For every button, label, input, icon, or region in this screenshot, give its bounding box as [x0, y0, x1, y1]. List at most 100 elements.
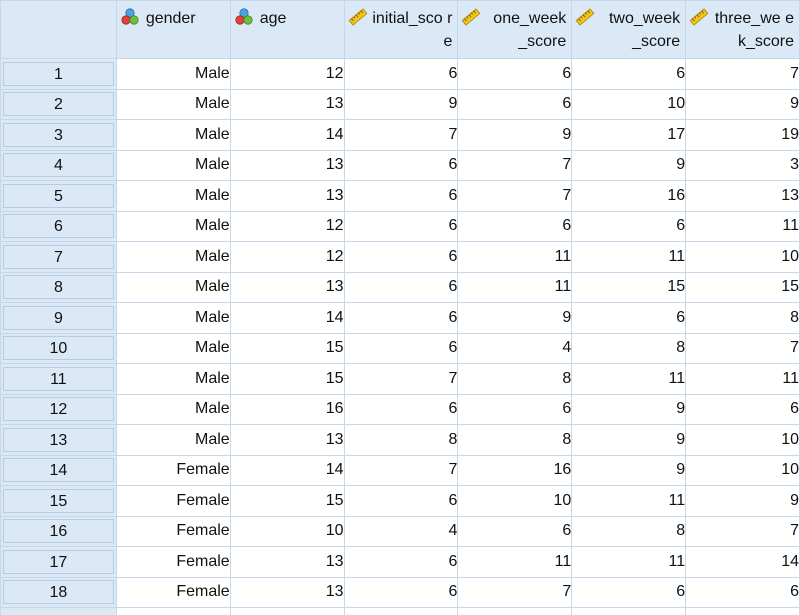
data-cell[interactable]: 7: [457, 576, 573, 608]
data-cell[interactable]: Female: [115, 485, 231, 517]
data-cell[interactable]: 14: [229, 454, 345, 486]
data-cell[interactable]: 6: [343, 576, 459, 608]
data-cell[interactable]: 13: [229, 546, 345, 578]
data-cell[interactable]: 7: [343, 119, 459, 151]
data-cell[interactable]: 15: [685, 271, 800, 303]
data-cell[interactable]: 15: [229, 485, 345, 517]
data-cell[interactable]: 9: [457, 302, 573, 334]
data-cell[interactable]: 13: [229, 88, 345, 120]
data-cell[interactable]: 11: [571, 241, 687, 273]
data-cell[interactable]: 6: [571, 58, 687, 90]
data-cell[interactable]: 14: [685, 546, 800, 578]
data-cell[interactable]: 10: [685, 424, 800, 456]
data-cell[interactable]: 8: [571, 332, 687, 364]
data-cell[interactable]: 13: [229, 149, 345, 181]
data-cell[interactable]: 6: [343, 58, 459, 90]
data-cell[interactable]: 9: [685, 88, 800, 120]
data-cell[interactable]: 15: [229, 363, 345, 395]
data-cell[interactable]: [229, 607, 345, 615]
row-header[interactable]: 12: [0, 393, 117, 425]
data-cell[interactable]: 13: [229, 424, 345, 456]
data-cell[interactable]: Male: [115, 210, 231, 242]
data-cell[interactable]: 4: [457, 332, 573, 364]
data-cell[interactable]: [571, 607, 687, 615]
data-cell[interactable]: 11: [685, 363, 800, 395]
data-cell[interactable]: 7: [457, 149, 573, 181]
data-cell[interactable]: 15: [229, 332, 345, 364]
data-cell[interactable]: 6: [571, 576, 687, 608]
data-cell[interactable]: 11: [457, 546, 573, 578]
data-cell[interactable]: [685, 607, 800, 615]
data-cell[interactable]: 9: [343, 88, 459, 120]
column-header-3[interactable]: initial_sco re: [343, 0, 459, 59]
data-cell[interactable]: 4: [343, 515, 459, 547]
column-header-1[interactable]: gender: [115, 0, 231, 59]
data-cell[interactable]: 6: [343, 485, 459, 517]
data-cell[interactable]: 8: [571, 515, 687, 547]
data-cell[interactable]: Female: [115, 454, 231, 486]
data-cell[interactable]: 7: [685, 332, 800, 364]
data-cell[interactable]: 11: [685, 210, 800, 242]
data-cell[interactable]: 10: [685, 454, 800, 486]
data-cell[interactable]: 10: [685, 241, 800, 273]
data-cell[interactable]: 7: [343, 363, 459, 395]
data-cell[interactable]: 7: [685, 58, 800, 90]
data-cell[interactable]: 8: [457, 424, 573, 456]
data-cell[interactable]: 19: [685, 119, 800, 151]
data-cell[interactable]: 12: [229, 58, 345, 90]
data-cell[interactable]: [343, 607, 459, 615]
data-cell[interactable]: 8: [685, 302, 800, 334]
row-header[interactable]: 6: [0, 210, 117, 242]
data-cell[interactable]: 7: [343, 454, 459, 486]
data-cell[interactable]: 9: [571, 454, 687, 486]
data-cell[interactable]: 9: [457, 119, 573, 151]
data-cell[interactable]: Male: [115, 424, 231, 456]
row-header[interactable]: 15: [0, 485, 117, 517]
data-cell[interactable]: 9: [571, 424, 687, 456]
data-cell[interactable]: 6: [343, 210, 459, 242]
data-cell[interactable]: 13: [229, 271, 345, 303]
data-cell[interactable]: 6: [457, 210, 573, 242]
column-header-4[interactable]: one_week _score: [457, 0, 573, 59]
data-cell[interactable]: 6: [457, 88, 573, 120]
row-header[interactable]: 1: [0, 58, 117, 90]
data-cell[interactable]: 14: [229, 302, 345, 334]
data-cell[interactable]: 16: [457, 454, 573, 486]
data-cell[interactable]: 11: [571, 485, 687, 517]
data-cell[interactable]: 10: [571, 88, 687, 120]
column-header-2[interactable]: age: [229, 0, 345, 59]
data-cell[interactable]: 6: [343, 302, 459, 334]
data-cell[interactable]: 16: [229, 393, 345, 425]
data-cell[interactable]: 13: [229, 576, 345, 608]
column-header-5[interactable]: two_week _score: [571, 0, 687, 59]
data-cell[interactable]: Male: [115, 332, 231, 364]
data-cell[interactable]: Female: [115, 515, 231, 547]
data-cell[interactable]: 6: [685, 576, 800, 608]
row-header[interactable]: 10: [0, 332, 117, 364]
data-cell[interactable]: 9: [571, 393, 687, 425]
data-cell[interactable]: Male: [115, 363, 231, 395]
data-cell[interactable]: 12: [229, 210, 345, 242]
row-header[interactable]: [0, 607, 117, 615]
data-cell[interactable]: 9: [685, 485, 800, 517]
data-cell[interactable]: Female: [115, 576, 231, 608]
data-cell[interactable]: 8: [343, 424, 459, 456]
data-cell[interactable]: 6: [571, 302, 687, 334]
row-header[interactable]: 3: [0, 119, 117, 151]
data-cell[interactable]: 11: [457, 241, 573, 273]
select-all-corner[interactable]: [0, 0, 117, 59]
row-header[interactable]: 4: [0, 149, 117, 181]
data-cell[interactable]: 6: [343, 546, 459, 578]
data-cell[interactable]: 11: [571, 546, 687, 578]
data-cell[interactable]: 6: [457, 515, 573, 547]
data-cell[interactable]: 11: [571, 363, 687, 395]
data-cell[interactable]: 13: [229, 180, 345, 212]
data-cell[interactable]: 6: [571, 210, 687, 242]
data-cell[interactable]: [457, 607, 573, 615]
row-header[interactable]: 9: [0, 302, 117, 334]
data-cell[interactable]: 15: [571, 271, 687, 303]
row-header[interactable]: 17: [0, 546, 117, 578]
data-cell[interactable]: Male: [115, 393, 231, 425]
data-cell[interactable]: 8: [457, 363, 573, 395]
data-cell[interactable]: 7: [457, 180, 573, 212]
